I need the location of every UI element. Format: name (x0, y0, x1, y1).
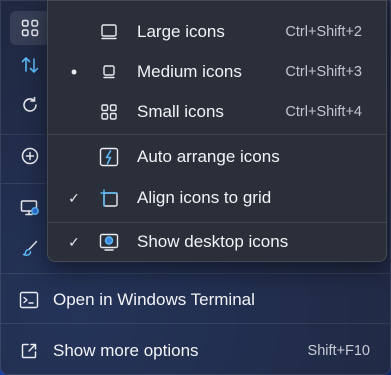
show-desktop-icon (96, 229, 122, 255)
view-menu-item[interactable] (10, 11, 50, 45)
view-grid-icon (21, 19, 39, 37)
medium-icons-mark: • (70, 61, 78, 82)
show-desktop-icons-label: Show desktop icons (137, 232, 289, 251)
medium-icons-label: Medium icons (137, 62, 242, 81)
show-more-options-menu-item[interactable]: Show more options Shift+F10 (7, 331, 384, 371)
small-icons-icon (96, 99, 122, 125)
large-icons-label: Large icons (137, 22, 225, 41)
sort-by-menu-item[interactable] (10, 48, 50, 82)
separator (1, 273, 390, 274)
large-icons-menu-item[interactable]: Large icons Ctrl+Shift+2 (52, 13, 382, 51)
more-options-icon (9, 341, 49, 361)
personalize-icon (20, 238, 40, 258)
view-submenu: Large icons Ctrl+Shift+2 • Medium icons … (47, 0, 387, 262)
separator (1, 183, 45, 184)
auto-arrange-icon (96, 144, 122, 170)
show-desktop-icons-mark: ✓ (68, 233, 80, 250)
auto-arrange-label: Auto arrange icons (137, 147, 280, 166)
personalize-menu-item[interactable] (10, 231, 50, 265)
small-icons-menu-item[interactable]: Small icons Ctrl+Shift+4 (52, 93, 382, 131)
open-terminal-menu-item[interactable]: Open in Windows Terminal (7, 280, 384, 320)
separator (1, 323, 390, 324)
submenu-separator (48, 134, 386, 135)
align-to-grid-menu-item[interactable]: ✓ Align icons to grid (52, 179, 382, 217)
small-icons-label: Small icons (137, 102, 224, 121)
display-settings-menu-item[interactable] (10, 191, 50, 225)
terminal-icon (9, 291, 49, 309)
medium-icons-icon (96, 59, 122, 85)
new-menu-item[interactable] (10, 139, 50, 173)
show-desktop-icons-menu-item[interactable]: ✓ Show desktop icons (52, 223, 382, 261)
show-more-options-shortcut: Shift+F10 (307, 343, 370, 359)
align-to-grid-label: Align icons to grid (137, 188, 272, 207)
large-icons-icon (96, 19, 122, 45)
refresh-menu-item[interactable] (10, 88, 50, 122)
small-icons-shortcut: Ctrl+Shift+4 (285, 104, 362, 120)
open-terminal-label: Open in Windows Terminal (53, 290, 255, 309)
separator (1, 134, 45, 135)
medium-icons-shortcut: Ctrl+Shift+3 (285, 64, 362, 80)
align-to-grid-mark: ✓ (68, 189, 80, 206)
sort-icon (20, 55, 40, 75)
new-icon (20, 146, 40, 166)
display-settings-icon (19, 197, 41, 219)
show-more-options-label: Show more options (53, 341, 199, 360)
large-icons-shortcut: Ctrl+Shift+2 (285, 24, 362, 40)
auto-arrange-menu-item[interactable]: Auto arrange icons (52, 138, 382, 176)
align-grid-icon (96, 185, 122, 211)
refresh-icon (20, 95, 40, 115)
medium-icons-menu-item[interactable]: • Medium icons Ctrl+Shift+3 (52, 53, 382, 91)
